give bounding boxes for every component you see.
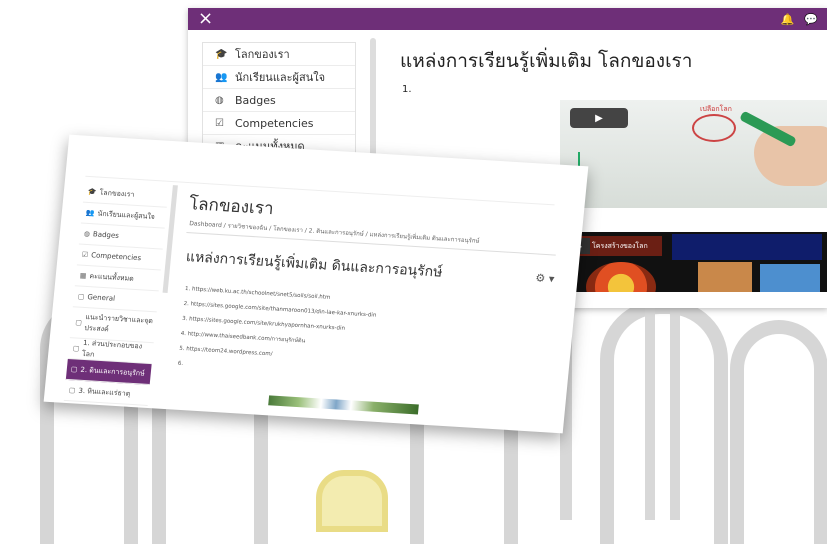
earth-crust-image bbox=[760, 264, 820, 292]
users-icon: 👥 bbox=[215, 71, 228, 83]
whiteboard-drawing bbox=[578, 152, 670, 196]
table-icon: ▦ bbox=[79, 271, 87, 280]
badge-icon: ◍ bbox=[83, 229, 91, 239]
sidebar-item-label: Competencies bbox=[90, 251, 142, 263]
checkbox-icon: ☑ bbox=[215, 117, 224, 129]
nav-item-competencies[interactable]: ☑ Competencies bbox=[203, 112, 355, 135]
video-annotation: เปลือกโลก bbox=[700, 105, 732, 113]
earth-crust-image bbox=[698, 262, 752, 292]
image-strip bbox=[268, 395, 419, 415]
folder-icon: ▢ bbox=[68, 386, 76, 395]
folder-icon: ▢ bbox=[74, 318, 83, 327]
close-icon[interactable]: × bbox=[198, 8, 213, 30]
graduation-cap-icon: 🎓 bbox=[87, 187, 98, 197]
folder-icon: ▢ bbox=[70, 365, 78, 374]
nav-item-label: Badges bbox=[235, 93, 276, 107]
sidebar-item-section-3[interactable]: ▢ 3. หินและแร่ธาตุ bbox=[63, 379, 150, 406]
nav-item-course[interactable]: 🎓 โลกของเรา bbox=[203, 43, 355, 66]
background-pillar bbox=[645, 280, 655, 520]
bell-icon[interactable]: 🔔 bbox=[781, 13, 795, 26]
folder-icon: ▢ bbox=[72, 344, 80, 353]
sidebar-item-label: คะแนนทั้งหมด bbox=[89, 271, 135, 283]
page-title: โลกของเรา bbox=[188, 194, 275, 220]
sidebar-item-label: 2. ดินและการอนุรักษ์ bbox=[80, 365, 146, 378]
sidebar-item-label: แนะนำรายวิชาและจุดประสงค์ bbox=[84, 313, 154, 334]
front-window: 🎓 โลกของเรา 👥 นักเรียนและผู้สนใจ ◍ Badges ☑… bbox=[43, 134, 589, 434]
checkbox-icon: ☑ bbox=[81, 250, 89, 260]
video-text-panel bbox=[672, 234, 822, 260]
sidebar-item-label: 3. หินและแร่ธาตุ bbox=[78, 386, 131, 398]
course-sidebar: 🎓 โลกของเรา 👥 นักเรียนและผู้สนใจ ◍ Badges ☑… bbox=[63, 181, 169, 406]
page-heading: แหล่งการเรียนรู้เพิ่มเติม โลกของเรา bbox=[400, 50, 693, 72]
folder-icon: ▢ bbox=[77, 292, 85, 301]
nav-item-participants[interactable]: 👥 นักเรียนและผู้สนใจ bbox=[203, 66, 355, 89]
earth-layers-image bbox=[586, 262, 656, 292]
nav-item-label: นักเรียนและผู้สนใจ bbox=[235, 71, 326, 84]
chat-icon[interactable]: 💬 bbox=[804, 13, 818, 26]
nav-item-badges[interactable]: ◍ Badges bbox=[203, 89, 355, 112]
sidebar-item-label: นักเรียนและผู้สนใจ bbox=[97, 209, 156, 221]
whiteboard-drawing bbox=[692, 114, 736, 142]
sidebar-item-label: General bbox=[87, 293, 116, 303]
sidebar-item-label: 1. ส่วนประกอบของโลก bbox=[81, 338, 143, 359]
background-arch-right bbox=[600, 300, 728, 544]
nav-item-label: Competencies bbox=[235, 116, 314, 130]
video-embed[interactable]: โครงสร้างของโลก ▶ bbox=[560, 232, 827, 292]
nav-item-label: โลกของเรา bbox=[235, 48, 290, 61]
sidebar-item-label: Badges bbox=[92, 230, 120, 240]
badge-icon: ◍ bbox=[215, 94, 224, 106]
top-bar: × 🔔 💬 bbox=[188, 8, 827, 30]
scrollbar[interactable] bbox=[370, 38, 376, 168]
background-pillar bbox=[670, 280, 680, 520]
sidebar-item-label: โลกของเรา bbox=[99, 188, 135, 199]
play-button[interactable]: ▶ bbox=[570, 108, 628, 128]
list-number: 1. bbox=[402, 84, 412, 95]
video-embed[interactable]: ▶ เปลือกโลก bbox=[560, 100, 827, 208]
graduation-cap-icon: 🎓 bbox=[215, 48, 228, 60]
page-heading: แหล่งการเรียนรู้เพิ่มเติม ดินและการอนุรั… bbox=[185, 249, 444, 281]
resource-link-list: 1. https://web.ku.ac.th/schoolnet/snet5/… bbox=[177, 282, 378, 383]
gear-icon[interactable]: ⚙ ▾ bbox=[535, 271, 555, 285]
users-icon: 👥 bbox=[85, 208, 95, 218]
nav-drawer: 🎓 โลกของเรา 👥 นักเรียนและผู้สนใจ ◍ Badges ☑… bbox=[202, 42, 356, 159]
background-yellow-shape bbox=[316, 470, 388, 532]
background-arch-far bbox=[730, 320, 827, 544]
